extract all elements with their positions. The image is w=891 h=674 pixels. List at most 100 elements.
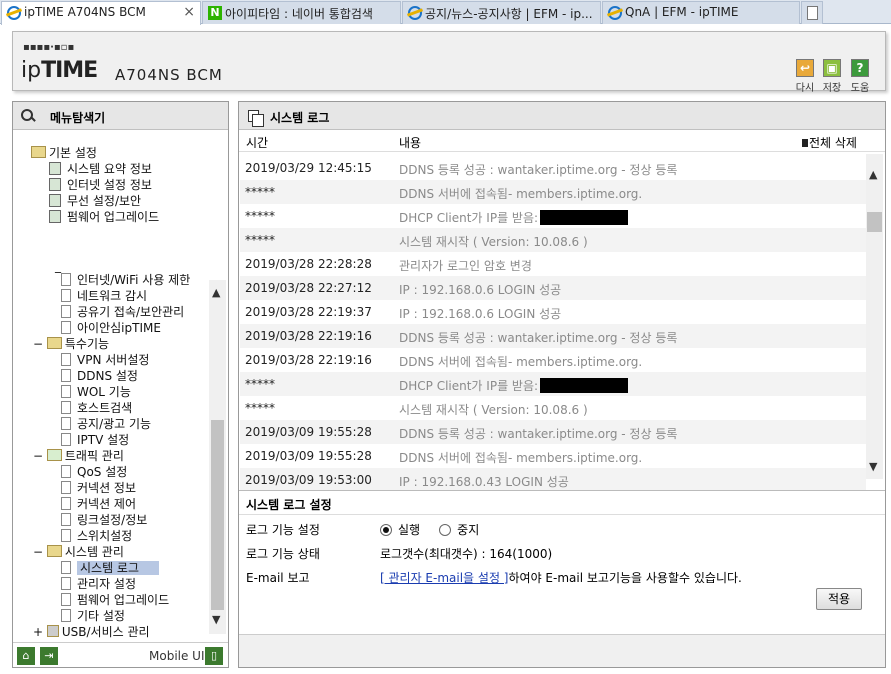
- menu-item-notice-ad[interactable]: 공지/광고 기능: [61, 417, 151, 431]
- log-message: IP : 192.168.0.43 LOGIN 성공: [399, 475, 569, 489]
- menu-item-system-log[interactable]: 시스템 로그: [61, 561, 160, 575]
- menu-item-iptv[interactable]: IPTV 설정: [61, 433, 129, 447]
- tab-naver-search[interactable]: N 아이피타임 : 네이버 통합검색: [202, 1, 401, 24]
- log-row: 2019/03/09 19:55:28 DDNS 서버에 접속됨- members…: [240, 444, 866, 468]
- log-row: ***** 시스템 재시작 ( Version: 10.08.6 ): [240, 228, 866, 252]
- page-icon: [61, 513, 71, 526]
- folder-icon: [31, 146, 46, 158]
- ie-icon: [408, 6, 422, 20]
- redacted-ip-block: [540, 378, 629, 393]
- menu-item-access-security[interactable]: 공유기 접속/보안관리: [61, 305, 184, 319]
- tab-label: QnA | EFM - ipTIME: [625, 5, 739, 19]
- home-icon[interactable]: ⌂: [17, 647, 35, 665]
- menu-item-internet-setup[interactable]: 인터넷 설정 정보: [49, 178, 152, 192]
- menu-item-network-monitor[interactable]: 네트워크 감시: [61, 289, 147, 303]
- menu-item-firmware-upgrade-2[interactable]: 펌웨어 업그레이드: [61, 593, 169, 607]
- log-row: ***** 시스템 재시작 ( Version: 10.08.6 ): [240, 396, 866, 420]
- mobile-ui-link[interactable]: Mobile UI: [149, 649, 205, 663]
- menu-item-wol[interactable]: WOL 기능: [61, 385, 131, 399]
- expand-icon: +: [33, 625, 47, 639]
- page-icon: [61, 529, 71, 542]
- folder-icon: [46, 545, 62, 557]
- logout-icon[interactable]: ⇥: [40, 647, 58, 665]
- log-message: DDNS 등록 성공 : wantaker.iptime.org - 정상 등록: [399, 331, 678, 345]
- panel-footer: [239, 634, 885, 667]
- radio-run[interactable]: 실행: [380, 523, 420, 537]
- page-icon: [61, 561, 71, 574]
- radio-checked-icon[interactable]: [380, 524, 392, 536]
- menu-item-host-search[interactable]: 호스트검색: [61, 401, 132, 415]
- scrollbar-thumb[interactable]: [211, 420, 224, 610]
- menu-item-qos[interactable]: QoS 설정: [61, 465, 127, 479]
- log-row: 2019/03/09 19:55:28 DDNS 등록 성공 : wantaker…: [240, 420, 866, 444]
- divider: [239, 514, 885, 515]
- email-setup-link[interactable]: [ 관리자 E-mail을 설정 ]: [380, 571, 509, 585]
- menu-group-special[interactable]: − 특수기능: [33, 337, 109, 351]
- menu-item-ddns[interactable]: DDNS 설정: [61, 369, 138, 383]
- save-button[interactable]: ▣ 저장: [820, 59, 844, 94]
- menu-group-traffic[interactable]: − 트래픽 관리: [33, 449, 124, 463]
- log-message: 관리자가 로그인 암호 변경: [399, 259, 532, 273]
- scroll-down-icon[interactable]: ▼: [212, 613, 220, 626]
- page-icon: [61, 401, 71, 414]
- menu-group-usb[interactable]: + USB/서비스 관리: [33, 625, 150, 639]
- radio-stop[interactable]: 중지: [439, 523, 479, 537]
- menu-item-admin-setup[interactable]: 관리자 설정: [61, 577, 136, 591]
- folder-icon: [46, 337, 62, 349]
- menu-item-link-setup[interactable]: 링크설정/정보: [61, 513, 147, 527]
- reload-button[interactable]: ↩ 다시: [793, 59, 817, 94]
- new-tab-button[interactable]: [801, 1, 823, 24]
- log-settings-section: 시스템 로그 설정 로그 기능 설정 실행 중지 로그 기능 상태 로그갯수(최…: [239, 490, 885, 640]
- log-row: ***** DDNS 서버에 접속됨- members.iptime.org.: [240, 180, 866, 204]
- log-column-header: 시간 내용 전체 삭제: [239, 130, 885, 152]
- menu-item-connection-info[interactable]: 커넥션 정보: [61, 481, 136, 495]
- help-button[interactable]: ? 도움: [848, 59, 872, 94]
- scroll-down-icon[interactable]: ▼: [869, 460, 877, 473]
- menu-scrollbar[interactable]: ▲ ▼: [209, 280, 226, 634]
- tab-iptime-admin[interactable]: ipTIME A704NS BCM ×: [1, 1, 201, 25]
- log-message: IP : 192.168.0.6 LOGIN 성공: [399, 307, 562, 321]
- close-icon[interactable]: ×: [183, 4, 195, 20]
- log-func-label: 로그 기능 설정: [246, 523, 320, 537]
- menu-item-vpn[interactable]: VPN 서버설정: [61, 353, 149, 367]
- wireless-icon: [49, 194, 61, 207]
- usb-icon: [46, 625, 59, 637]
- apply-button[interactable]: 적용: [816, 588, 862, 610]
- tab-efm-notice[interactable]: 공지/뉴스-공지사항 | EFM - ip...: [402, 1, 601, 24]
- scrollbar-thumb[interactable]: [867, 212, 882, 232]
- document-icon: [248, 110, 264, 127]
- traffic-folder-icon: [46, 449, 62, 461]
- email-info: [ 관리자 E-mail을 설정 ]하여야 E-mail 보고기능을 사용할수 …: [380, 569, 742, 586]
- menu-item-access-limit[interactable]: 인터넷/WiFi 사용 제한: [61, 273, 190, 287]
- tab-efm-qna[interactable]: QnA | EFM - ipTIME: [602, 1, 800, 24]
- log-row: ***** DHCP Client가 IP를 받음:: [240, 204, 866, 228]
- log-row: 2019/03/28 22:19:37 IP : 192.168.0.6 LOGI…: [240, 300, 866, 324]
- log-time: 2019/03/28 22:27:12: [245, 281, 372, 295]
- delete-all-button[interactable]: 전체 삭제: [802, 134, 857, 151]
- log-time: 2019/03/28 22:19:16: [245, 353, 372, 367]
- log-scrollbar[interactable]: ▲ ▼: [866, 154, 883, 479]
- menu-item-firmware-upgrade[interactable]: 펌웨어 업그레이드: [49, 210, 159, 224]
- menu-item-misc-setup[interactable]: 기타 설정: [61, 609, 125, 623]
- page-icon: [61, 481, 71, 494]
- system-log-header: 시스템 로그: [239, 102, 885, 130]
- log-time: *****: [245, 233, 275, 247]
- menu-group-basic[interactable]: 기본 설정: [31, 146, 97, 160]
- log-time: 2019/03/29 12:45:15: [245, 161, 372, 175]
- menu-group-system[interactable]: − 시스템 관리: [33, 545, 124, 559]
- menu-item-connection-control[interactable]: 커넥션 제어: [61, 497, 136, 511]
- log-time: 2019/03/28 22:19:16: [245, 329, 372, 343]
- log-message: 시스템 재시작 ( Version: 10.08.6 ): [399, 403, 588, 417]
- mobile-icon[interactable]: ▯: [205, 647, 223, 665]
- radio-unchecked-icon[interactable]: [439, 524, 452, 536]
- log-message: DDNS 등록 성공 : wantaker.iptime.org - 정상 등록: [399, 427, 678, 441]
- scroll-up-icon[interactable]: ▲: [869, 168, 877, 181]
- menu-item-system-summary[interactable]: 시스템 요약 정보: [49, 162, 152, 176]
- scroll-up-icon[interactable]: ▲: [212, 286, 220, 299]
- model-name: A704NS BCM: [115, 66, 223, 84]
- selected-item-label: 시스템 로그: [77, 561, 160, 575]
- menu-item-iansim[interactable]: 아이안심ipTIME: [61, 321, 161, 335]
- log-list: 2019/03/29 12:45:15 DDNS 등록 성공 : wantaker…: [240, 152, 866, 492]
- menu-item-switch-setup[interactable]: 스위치설정: [61, 529, 132, 543]
- menu-item-wireless-setup[interactable]: 무선 설정/보안: [49, 194, 141, 208]
